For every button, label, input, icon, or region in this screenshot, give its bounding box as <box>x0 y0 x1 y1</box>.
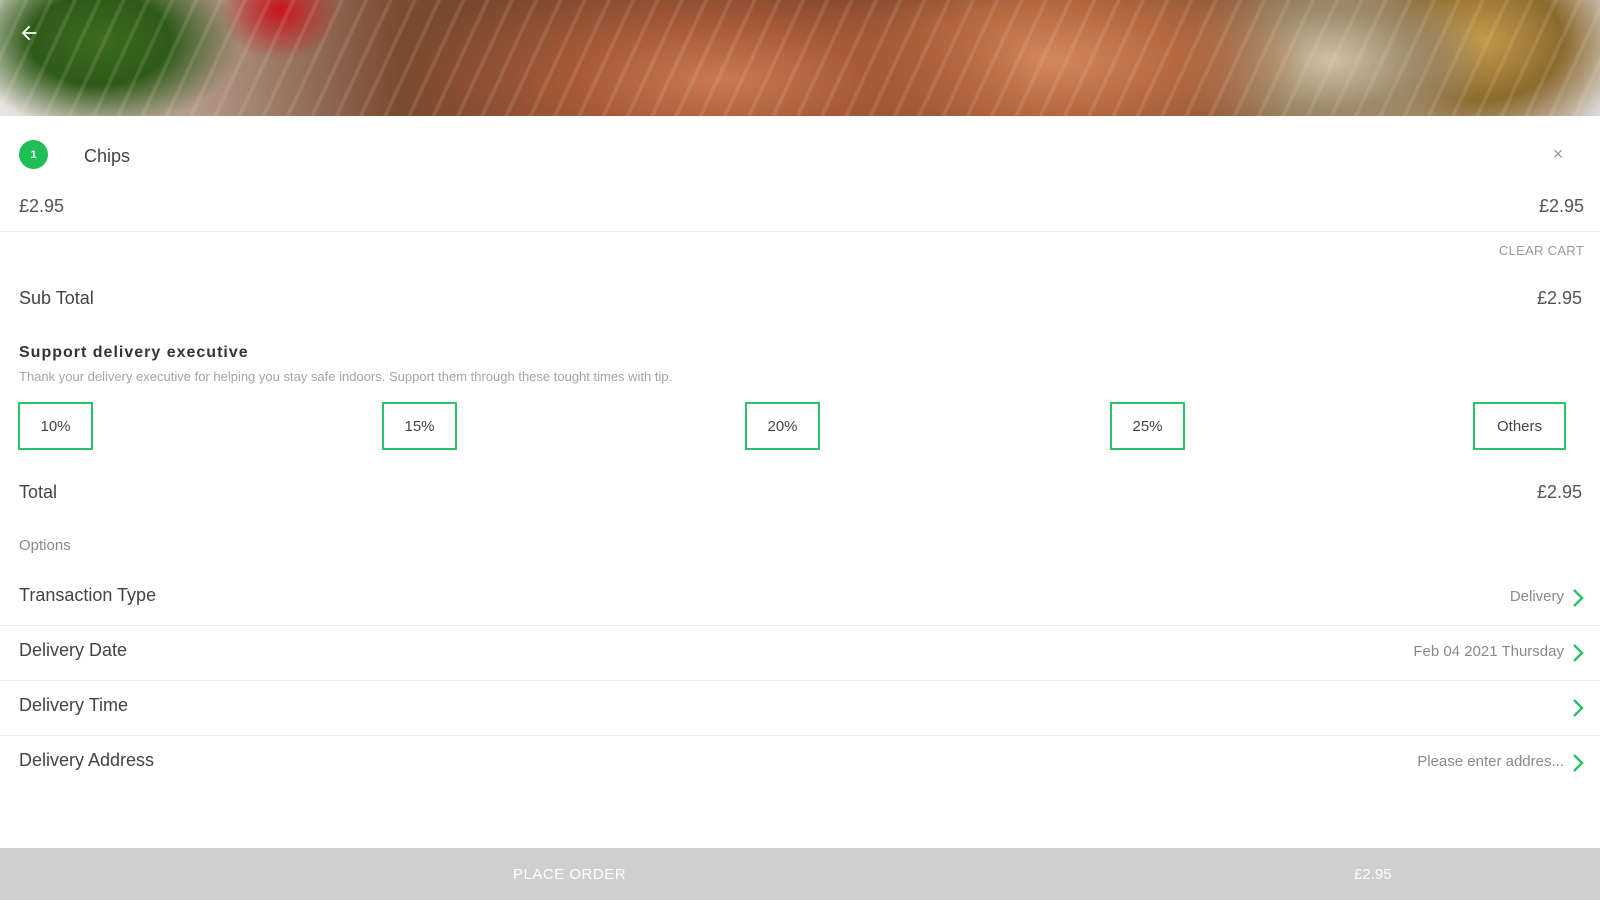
place-order-label: PLACE ORDER <box>513 866 627 883</box>
cart-item-row <box>0 116 1600 232</box>
subtotal-label: Sub Total <box>19 288 94 308</box>
delivery-address-label: Delivery Address <box>19 750 155 770</box>
tip-option-10[interactable]: 10% <box>18 402 93 450</box>
place-order-bar[interactable]: PLACE ORDER £2.95 <box>0 848 1600 900</box>
chevron-right-icon <box>1573 699 1584 717</box>
tip-option-20[interactable]: 20% <box>745 402 820 450</box>
delivery-date-label: Delivery Date <box>19 640 128 660</box>
total-value: £2.95 <box>1536 482 1582 502</box>
order-total: £2.95 <box>1354 866 1392 883</box>
transaction-type-row[interactable]: Transaction Type Delivery <box>0 571 1600 626</box>
remove-item-button[interactable]: × <box>1548 144 1568 164</box>
tip-option-25[interactable]: 25% <box>1110 402 1185 450</box>
close-icon: × <box>1552 144 1564 164</box>
transaction-type-value: Delivery <box>1509 588 1564 605</box>
tip-description: Thank your delivery executive for helpin… <box>19 369 673 384</box>
cart-page: 1 Chips × £2.95 £2.95 CLEAR CART Sub Tot… <box>0 0 1600 900</box>
options-section-label: Options <box>19 537 71 554</box>
item-quantity-badge: 1 <box>19 140 48 169</box>
delivery-address-value: Please enter addres... <box>1417 753 1564 770</box>
item-line-total: £2.95 <box>1538 196 1584 216</box>
delivery-date-row[interactable]: Delivery Date Feb 04 2021 Thursday <box>0 626 1600 681</box>
clear-cart-button[interactable]: CLEAR CART <box>1499 243 1584 258</box>
hero-food-image <box>0 0 1600 116</box>
tip-title: Support delivery executive <box>19 344 249 361</box>
arrow-left-icon <box>21 25 37 41</box>
hero-texture <box>0 0 1600 116</box>
delivery-date-value: Feb 04 2021 Thursday <box>1413 643 1564 660</box>
item-name: Chips <box>84 146 131 166</box>
item-unit-price: £2.95 <box>19 196 65 216</box>
tip-option-15[interactable]: 15% <box>382 402 457 450</box>
chevron-right-icon <box>1573 589 1584 607</box>
tip-option-others[interactable]: Others <box>1473 402 1566 450</box>
delivery-time-row[interactable]: Delivery Time <box>0 681 1600 736</box>
back-button[interactable] <box>14 18 44 48</box>
delivery-time-label: Delivery Time <box>19 695 129 715</box>
total-label: Total <box>19 482 58 502</box>
transaction-type-label: Transaction Type <box>19 585 157 605</box>
delivery-address-row[interactable]: Delivery Address Please enter addres... <box>0 736 1600 791</box>
chevron-right-icon <box>1573 644 1584 662</box>
chevron-right-icon <box>1573 754 1584 772</box>
subtotal-value: £2.95 <box>1536 288 1582 308</box>
